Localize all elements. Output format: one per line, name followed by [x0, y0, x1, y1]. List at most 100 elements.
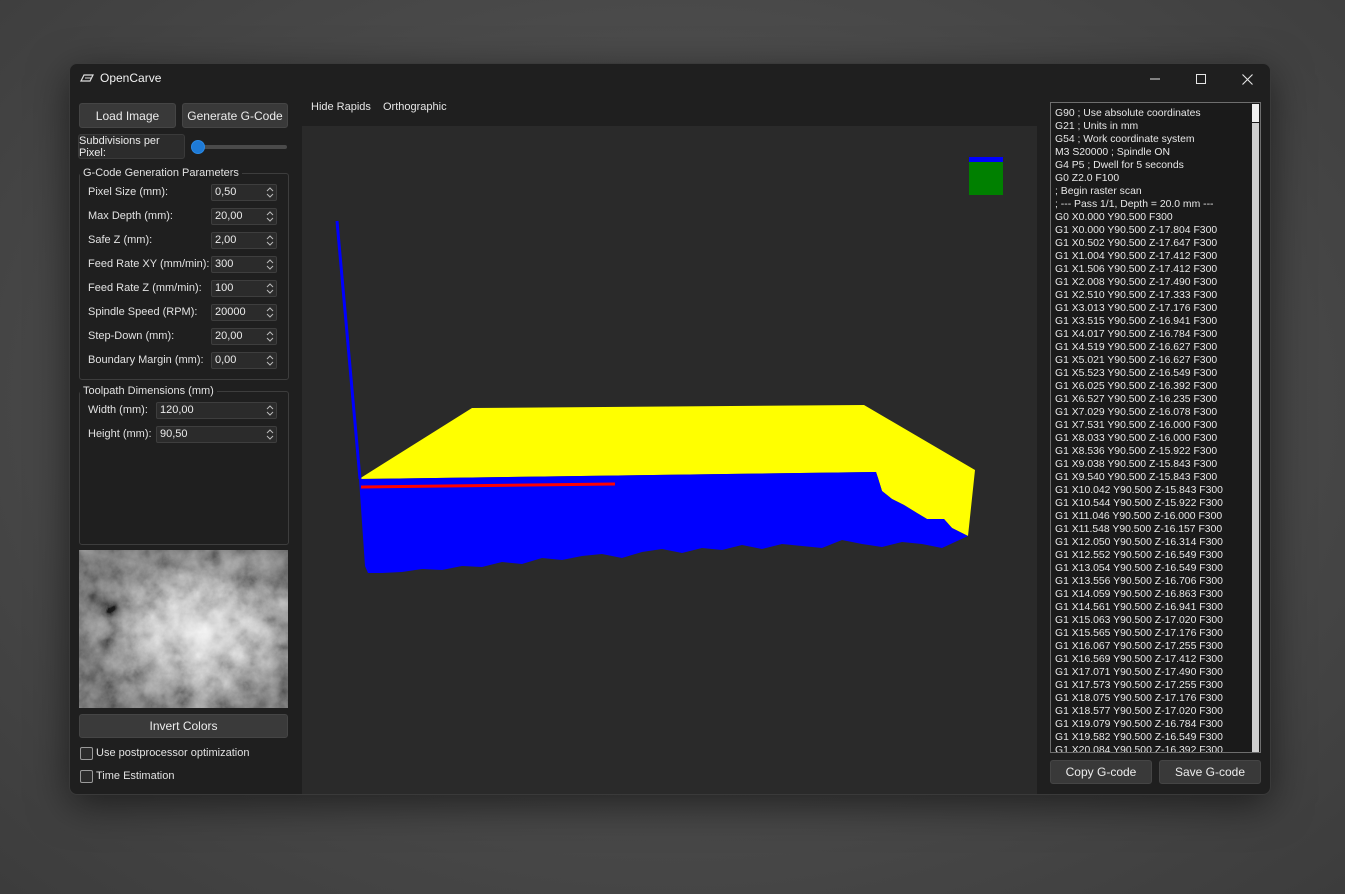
- spindle-speed-input[interactable]: 20000: [211, 304, 277, 321]
- dim-label-width: Width (mm):: [88, 404, 148, 416]
- gcode-line: G1 X19.582 Y90.500 Z-16.549 F300: [1055, 732, 1223, 743]
- gcode-line: G1 X1.506 Y90.500 Z-17.412 F300: [1055, 264, 1218, 275]
- gcode-line: G0 Z2.0 F100: [1055, 173, 1120, 184]
- time-estimation-checkbox[interactable]: [80, 770, 93, 783]
- spin-arrows-icon[interactable]: [265, 234, 275, 247]
- gcode-scrollbar-thumb[interactable]: [1252, 104, 1259, 122]
- gcode-line: G1 X3.515 Y90.500 Z-16.941 F300: [1055, 316, 1218, 327]
- save-gcode-button[interactable]: Save G-code: [1159, 760, 1261, 784]
- app-logo-icon: [80, 74, 94, 82]
- gcode-line: G1 X8.033 Y90.500 Z-16.000 F300: [1055, 433, 1218, 444]
- boundary-margin-input[interactable]: 0,00: [211, 352, 277, 369]
- dim-label-height: Height (mm):: [88, 428, 152, 440]
- toolpath-render: [335, 157, 1003, 573]
- safe-z-value: 2,00: [215, 234, 237, 246]
- gcode-line: G1 X15.063 Y90.500 Z-17.020 F300: [1055, 615, 1223, 626]
- gcode-line: G1 X4.017 Y90.500 Z-16.784 F300: [1055, 329, 1218, 340]
- gcode-line: G1 X0.000 Y90.500 Z-17.804 F300: [1055, 225, 1218, 236]
- spin-arrows-icon[interactable]: [265, 330, 275, 343]
- pixel-size-input[interactable]: 0,50: [211, 184, 277, 201]
- view-gizmo-top: [969, 157, 1003, 162]
- window-title: OpenCarve: [100, 71, 162, 85]
- spin-arrows-icon[interactable]: [265, 354, 275, 367]
- minimize-button[interactable]: [1132, 64, 1178, 94]
- minimize-icon: [1150, 78, 1160, 80]
- gcode-params-group-title: G-Code Generation Parameters: [80, 167, 242, 179]
- invert-colors-button[interactable]: Invert Colors: [79, 714, 288, 738]
- param-label-pixel-size: Pixel Size (mm):: [88, 186, 169, 198]
- gcode-text-area[interactable]: G90 ; Use absolute coordinates G21 ; Unit…: [1050, 102, 1261, 753]
- gcode-line: G1 X1.004 Y90.500 Z-17.412 F300: [1055, 251, 1218, 262]
- z-axis-line: [335, 220, 362, 480]
- gcode-line: M3 S20000 ; Spindle ON: [1055, 147, 1170, 158]
- param-label-step-down: Step-Down (mm):: [88, 330, 175, 342]
- spin-arrows-icon[interactable]: [265, 186, 275, 199]
- orthographic-button[interactable]: Orthographic: [383, 101, 447, 113]
- toolpath-dimensions-group-title: Toolpath Dimensions (mm): [80, 385, 217, 397]
- height-value: 90,50: [160, 428, 188, 440]
- close-button[interactable]: [1224, 64, 1270, 94]
- hide-rapids-button[interactable]: Hide Rapids: [311, 101, 371, 113]
- gcode-line: G90 ; Use absolute coordinates: [1055, 108, 1201, 119]
- load-image-button[interactable]: Load Image: [79, 103, 176, 128]
- spin-arrows-icon[interactable]: [265, 258, 275, 271]
- time-estimation-label: Time Estimation: [96, 770, 175, 782]
- gcode-line: G21 ; Units in mm: [1055, 121, 1139, 132]
- param-label-feed-rate-z: Feed Rate Z (mm/min):: [88, 282, 202, 294]
- gcode-line: G1 X16.569 Y90.500 Z-17.412 F300: [1055, 654, 1223, 665]
- gcode-line: G1 X7.029 Y90.500 Z-16.078 F300: [1055, 407, 1218, 418]
- gcode-line: G1 X8.536 Y90.500 Z-15.922 F300: [1055, 446, 1218, 457]
- max-depth-value: 20,00: [215, 210, 243, 222]
- boundary-margin-value: 0,00: [215, 354, 237, 366]
- param-label-feed-rate-xy: Feed Rate XY (mm/min):: [88, 258, 210, 270]
- gcode-line: G1 X17.071 Y90.500 Z-17.490 F300: [1055, 667, 1223, 678]
- spin-arrows-icon[interactable]: [265, 282, 275, 295]
- spin-arrows-icon[interactable]: [265, 428, 275, 441]
- gcode-line: G1 X2.008 Y90.500 Z-17.490 F300: [1055, 277, 1218, 288]
- param-label-max-depth: Max Depth (mm):: [88, 210, 173, 222]
- gcode-line: G1 X0.502 Y90.500 Z-17.647 F300: [1055, 238, 1218, 249]
- gcode-line: ; --- Pass 1/1, Depth = 20.0 mm ---: [1055, 199, 1214, 210]
- feed-rate-z-input[interactable]: 100: [211, 280, 277, 297]
- spin-arrows-icon[interactable]: [265, 306, 275, 319]
- gcode-line: G1 X17.573 Y90.500 Z-17.255 F300: [1055, 680, 1223, 691]
- gcode-line: G1 X10.544 Y90.500 Z-15.922 F300: [1055, 498, 1223, 509]
- title-bar: OpenCarve: [70, 64, 1270, 94]
- pixel-size-value: 0,50: [215, 186, 237, 198]
- generate-gcode-button[interactable]: Generate G-Code: [182, 103, 288, 128]
- 3d-viewport[interactable]: [302, 126, 1037, 794]
- param-label-safe-z: Safe Z (mm):: [88, 234, 153, 246]
- gcode-line: G1 X18.577 Y90.500 Z-17.020 F300: [1055, 706, 1223, 717]
- step-down-input[interactable]: 20,00: [211, 328, 277, 345]
- safe-z-input[interactable]: 2,00: [211, 232, 277, 249]
- heightmap-preview: [79, 550, 288, 708]
- subdivisions-slider-track[interactable]: [195, 145, 287, 149]
- maximize-icon: [1196, 74, 1206, 84]
- gcode-line: G1 X9.540 Y90.500 Z-15.843 F300: [1055, 472, 1218, 483]
- gcode-scrollbar[interactable]: [1252, 123, 1259, 752]
- gcode-line: G1 X9.038 Y90.500 Z-15.843 F300: [1055, 459, 1218, 470]
- gcode-line: G1 X13.556 Y90.500 Z-16.706 F300: [1055, 576, 1223, 587]
- width-value: 120,00: [160, 404, 194, 416]
- copy-gcode-button[interactable]: Copy G-code: [1050, 760, 1152, 784]
- height-input[interactable]: 90,50: [156, 426, 277, 443]
- subdivisions-slider-handle[interactable]: [191, 140, 205, 154]
- gcode-line: G1 X3.013 Y90.500 Z-17.176 F300: [1055, 303, 1218, 314]
- spin-arrows-icon[interactable]: [265, 404, 275, 417]
- gcode-line: G1 X4.519 Y90.500 Z-16.627 F300: [1055, 342, 1218, 353]
- feed-rate-xy-input[interactable]: 300: [211, 256, 277, 273]
- feed-rate-z-value: 100: [215, 282, 234, 294]
- max-depth-input[interactable]: 20,00: [211, 208, 277, 225]
- postprocessor-checkbox[interactable]: [80, 747, 93, 760]
- gcode-line: G0 X0.000 Y90.500 F300: [1055, 212, 1173, 223]
- gcode-line: G1 X6.527 Y90.500 Z-16.235 F300: [1055, 394, 1218, 405]
- width-input[interactable]: 120,00: [156, 402, 277, 419]
- spin-arrows-icon[interactable]: [265, 210, 275, 223]
- gcode-line: G1 X14.561 Y90.500 Z-16.941 F300: [1055, 602, 1223, 613]
- view-gizmo-cube[interactable]: [969, 161, 1003, 195]
- param-label-spindle-speed: Spindle Speed (RPM):: [88, 306, 198, 318]
- subdivisions-label: Subdivisions per Pixel:: [78, 134, 185, 159]
- maximize-button[interactable]: [1178, 64, 1224, 94]
- close-icon: [1241, 73, 1253, 85]
- gcode-line: G1 X12.552 Y90.500 Z-16.549 F300: [1055, 550, 1223, 561]
